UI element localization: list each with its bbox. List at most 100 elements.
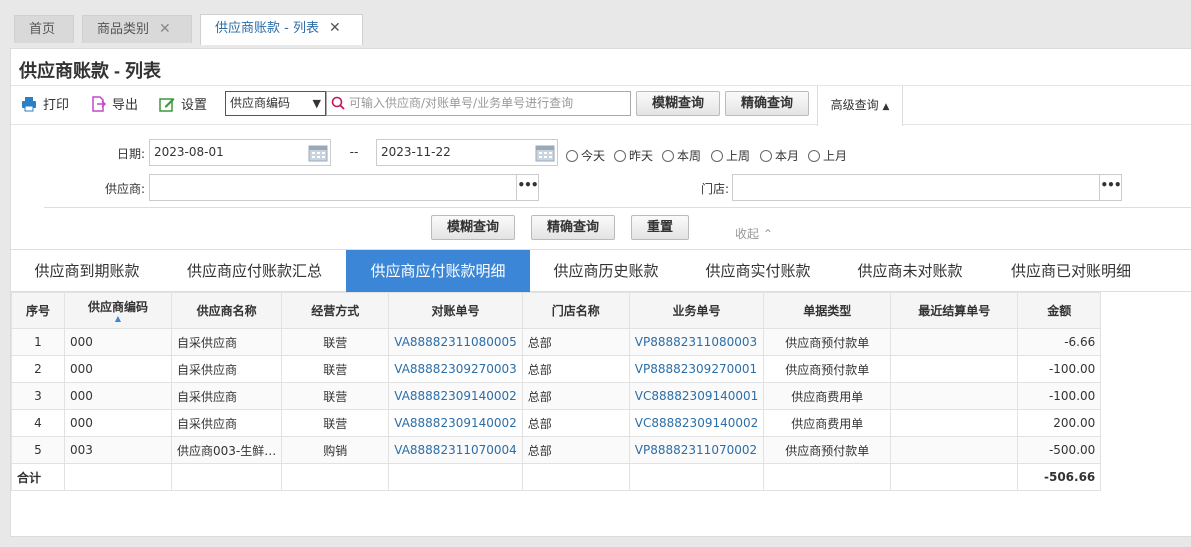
quick-date-this-week[interactable]: 本周 [662, 147, 701, 164]
exact-search-button[interactable]: 精确查询 [725, 91, 809, 116]
cell-amount: -500.00 [1017, 436, 1102, 464]
calendar-icon[interactable] [535, 143, 555, 162]
cell-statement-no-link[interactable]: VA88882309140002 [388, 382, 523, 410]
cell-index: 2 [11, 355, 65, 383]
more-icon[interactable]: ••• [1099, 175, 1122, 200]
settings-label: 设置 [181, 98, 208, 113]
cell-supplier-name: 自采供应商 [170, 409, 283, 437]
empty-cell [628, 463, 765, 491]
tab-home[interactable]: 首页 [14, 15, 74, 43]
tab-product-category[interactable]: 商品类别 ✕ [82, 15, 192, 43]
date-from-value: 2023-08-01 [154, 145, 224, 159]
search-input[interactable]: 可输入供应商/对账单号/业务单号进行查询 [326, 91, 631, 116]
cell-last-settlement [890, 409, 1019, 437]
col-header-store-name[interactable]: 门店名称 [521, 292, 630, 329]
report-tabs: 供应商到期账款 供应商应付账款汇总 供应商应付账款明细 供应商历史账款 供应商实… [11, 249, 1191, 292]
cell-store-name: 总部 [521, 382, 630, 410]
table-row[interactable]: 4 000 自采供应商 联营 VA88882309140002 总部 VC888… [11, 409, 1102, 437]
quick-date-this-month[interactable]: 本月 [760, 147, 799, 164]
advanced-search-label: 高级查询 [830, 98, 879, 112]
store-field[interactable]: ••• [732, 174, 1122, 201]
col-header-supplier-code[interactable]: 供应商编码 ▲ [64, 292, 172, 329]
tab-home-label: 首页 [29, 22, 56, 37]
empty-cell [281, 463, 390, 491]
date-to-field[interactable]: 2023-11-22 [376, 139, 558, 166]
tab-supplier-paid[interactable]: 供应商实付账款 [682, 250, 834, 292]
col-header-amount[interactable]: 金额 [1017, 292, 1102, 329]
cell-statement-no-link[interactable]: VA88882309270003 [388, 355, 523, 383]
export-button[interactable]: 导出 [90, 94, 138, 118]
advanced-search-toggle[interactable]: 高级查询 ▲ [817, 86, 903, 126]
sort-up-icon: ▲ [114, 314, 122, 323]
tab-supplier-reconciled-detail[interactable]: 供应商已对账明细 [986, 250, 1156, 292]
cell-doc-type: 供应商预付款单 [763, 355, 892, 383]
chevron-up-icon: ⌃ [762, 227, 773, 241]
col-header-last-settlement[interactable]: 最近结算单号 [890, 292, 1019, 329]
table-row[interactable]: 5 003 供应商003-生鲜… 购销 VA88882311070004 总部 … [11, 436, 1102, 464]
settings-button[interactable]: 设置 [159, 94, 207, 118]
col-header-index[interactable]: 序号 [11, 292, 65, 329]
date-to-value: 2023-11-22 [381, 145, 451, 159]
table-row[interactable]: 1 000 自采供应商 联营 VA88882311080005 总部 VP888… [11, 328, 1102, 356]
cell-business-no-link[interactable]: VP88882311080003 [628, 328, 765, 356]
cell-business-no-link[interactable]: VC88882309140002 [628, 409, 765, 437]
close-icon[interactable]: ✕ [329, 20, 341, 36]
cell-business-no-link[interactable]: VP88882311070002 [628, 436, 765, 464]
quick-date-today[interactable]: 今天 [566, 147, 605, 164]
empty-cell [170, 463, 283, 491]
cell-business-mode: 购销 [281, 436, 390, 464]
page-panel: 供应商账款 - 列表 打印 导出 设置 供应商编码 ▼ 可输入供应商/对账单号/业… [10, 48, 1191, 537]
reset-button[interactable]: 重置 [631, 215, 689, 240]
radio-icon [760, 150, 772, 162]
cell-store-name: 总部 [521, 355, 630, 383]
cell-supplier-code: 000 [64, 409, 172, 437]
page-title: 供应商账款 - 列表 [19, 61, 161, 81]
quick-date-last-week[interactable]: 上周 [711, 147, 750, 164]
chevron-down-icon: ▼ [312, 97, 321, 110]
tab-supplier-due[interactable]: 供应商到期账款 [11, 250, 163, 292]
tab-supplier-payable-summary[interactable]: 供应商应付账款汇总 [163, 250, 346, 292]
caret-up-icon: ▲ [882, 102, 890, 112]
cell-supplier-code: 003 [64, 436, 172, 464]
more-icon[interactable]: ••• [516, 175, 539, 200]
tab-supplier-accounts-label: 供应商账款 - 列表 [215, 21, 319, 36]
tab-supplier-accounts[interactable]: 供应商账款 - 列表 ✕ [200, 14, 363, 45]
quick-date-last-month[interactable]: 上月 [808, 147, 847, 164]
collapse-label: 收起 [735, 227, 760, 241]
quick-date-yesterday[interactable]: 昨天 [614, 147, 653, 164]
table-row[interactable]: 3 000 自采供应商 联营 VA88882309140002 总部 VC888… [11, 382, 1102, 410]
tab-supplier-history[interactable]: 供应商历史账款 [530, 250, 682, 292]
col-header-statement-no[interactable]: 对账单号 [388, 292, 523, 329]
cell-last-settlement [890, 382, 1019, 410]
table-row[interactable]: 2 000 自采供应商 联营 VA88882309270003 总部 VP888… [11, 355, 1102, 383]
col-header-doc-type[interactable]: 单据类型 [763, 292, 892, 329]
cell-statement-no-link[interactable]: VA88882309140002 [388, 409, 523, 437]
search-field-select[interactable]: 供应商编码 ▼ [225, 91, 326, 116]
tab-supplier-unreconciled[interactable]: 供应商未对账款 [834, 250, 986, 292]
cell-statement-no-link[interactable]: VA88882311080005 [388, 328, 523, 356]
filter-fuzzy-search-button[interactable]: 模糊查询 [431, 215, 515, 240]
print-button[interactable]: 打印 [21, 94, 69, 118]
cell-doc-type: 供应商预付款单 [763, 328, 892, 356]
calendar-icon[interactable] [308, 143, 328, 162]
collapse-toggle[interactable]: 收起 ⌃ [735, 225, 773, 242]
col-header-business-mode[interactable]: 经营方式 [281, 292, 390, 329]
cell-index: 1 [11, 328, 65, 356]
cell-doc-type: 供应商费用单 [763, 409, 892, 437]
close-icon[interactable]: ✕ [159, 21, 171, 37]
supplier-field[interactable]: ••• [149, 174, 539, 201]
total-amount: -506.66 [1017, 463, 1102, 491]
tab-bar: 首页 商品类别 ✕ 供应商账款 - 列表 ✕ [0, 0, 1191, 46]
tab-supplier-payable-detail[interactable]: 供应商应付账款明细 [346, 250, 530, 292]
cell-business-no-link[interactable]: VC88882309140001 [628, 382, 765, 410]
filter-exact-search-button[interactable]: 精确查询 [531, 215, 615, 240]
quick-date-label: 上月 [823, 149, 848, 163]
col-header-supplier-name[interactable]: 供应商名称 [170, 292, 283, 329]
cell-business-no-link[interactable]: VP88882309270001 [628, 355, 765, 383]
fuzzy-search-button[interactable]: 模糊查询 [636, 91, 720, 116]
col-header-business-no[interactable]: 业务单号 [628, 292, 765, 329]
cell-statement-no-link[interactable]: VA88882311070004 [388, 436, 523, 464]
export-icon [92, 96, 106, 112]
cell-supplier-name: 自采供应商 [170, 328, 283, 356]
date-from-field[interactable]: 2023-08-01 [149, 139, 331, 166]
